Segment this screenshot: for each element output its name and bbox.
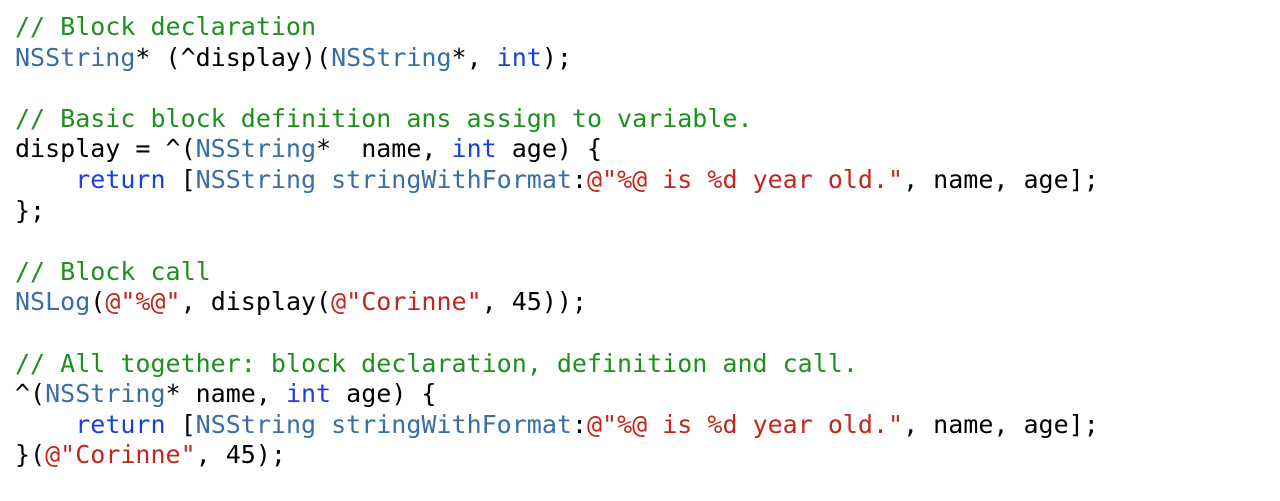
code-line: // Block declaration xyxy=(15,12,1280,43)
code-token-plain: ^( xyxy=(15,379,46,409)
code-token-string: @"%@ is %d year old." xyxy=(587,409,904,439)
code-token-plain: : xyxy=(571,164,587,194)
code-token-plain: * (^display)( xyxy=(135,42,332,72)
code-token-plain: , 45); xyxy=(195,440,286,470)
code-token-plain: : xyxy=(571,409,587,439)
code-token-type: NSString stringWithFormat xyxy=(195,164,572,194)
code-token-plain: }( xyxy=(15,440,46,470)
code-line: NSLog(@"%@", display(@"Corinne", 45)); xyxy=(15,287,1280,318)
code-token-plain: }; xyxy=(15,195,46,225)
code-line: // Basic block definition ans assign to … xyxy=(15,104,1280,135)
code-token-type: NSString xyxy=(195,134,317,164)
code-token-keyword: int xyxy=(496,42,542,72)
code-token-plain: age) { xyxy=(331,379,437,409)
code-token-type: NSString xyxy=(15,42,136,72)
code-token-plain: , 45)); xyxy=(481,287,587,317)
code-line: return [NSString stringWithFormat:@"%@ i… xyxy=(15,410,1280,441)
code-line: return [NSString stringWithFormat:@"%@ i… xyxy=(15,165,1280,196)
code-line: ^(NSString* name, int age) { xyxy=(15,379,1280,410)
code-token-plain: display = ^( xyxy=(15,134,196,164)
code-token-plain: , display( xyxy=(180,287,332,317)
code-token-keyword: int xyxy=(285,379,332,409)
code-token-plain: [ xyxy=(165,164,196,194)
code-token-plain: * name, xyxy=(165,379,286,409)
code-token-string: @"Corinne" xyxy=(331,287,482,317)
code-token-keyword: int xyxy=(451,134,497,164)
code-token-plain: age) { xyxy=(496,134,603,164)
code-token-comment: // Block call xyxy=(15,256,211,286)
code-line: // Block call xyxy=(15,257,1280,288)
code-line: }(@"Corinne", 45); xyxy=(15,440,1280,471)
code-token-keyword: return xyxy=(75,164,166,194)
code-line: }; xyxy=(15,196,1280,227)
code-token-comment: // Basic block definition ans assign to … xyxy=(15,103,753,133)
code-token-plain: , name, age]; xyxy=(903,164,1099,194)
code-editor: // Block declaration NSString* (^display)… xyxy=(0,0,1280,501)
code-token-comment: // Block declaration xyxy=(15,12,317,41)
code-token-comment: // All together: block declaration, defi… xyxy=(15,348,858,378)
code-token-plain: *, xyxy=(451,42,497,72)
code-token-type: NSString stringWithFormat xyxy=(195,409,572,439)
code-line: display = ^(NSString* name, int age) { xyxy=(15,134,1280,165)
code-line: // All together: block declaration, defi… xyxy=(15,349,1280,380)
code-token-string: @"%@ is %d year old." xyxy=(587,164,904,194)
code-token-string: @"Corinne" xyxy=(45,440,196,470)
code-token-keyword: return xyxy=(75,409,166,439)
code-token-plain: * name, xyxy=(316,134,452,164)
code-token-type: NSLog xyxy=(15,287,91,317)
code-token-type: NSString xyxy=(331,42,452,72)
code-token-plain: ( xyxy=(90,287,106,317)
code-token-plain: [ xyxy=(165,409,196,439)
code-line: NSString* (^display)(NSString*, int); xyxy=(15,43,1280,74)
code-token-type: NSString xyxy=(45,379,166,409)
code-token-plain: , name, age]; xyxy=(903,409,1099,439)
code-token-plain: ); xyxy=(541,42,572,72)
code-token-string: @"%@" xyxy=(105,287,181,317)
